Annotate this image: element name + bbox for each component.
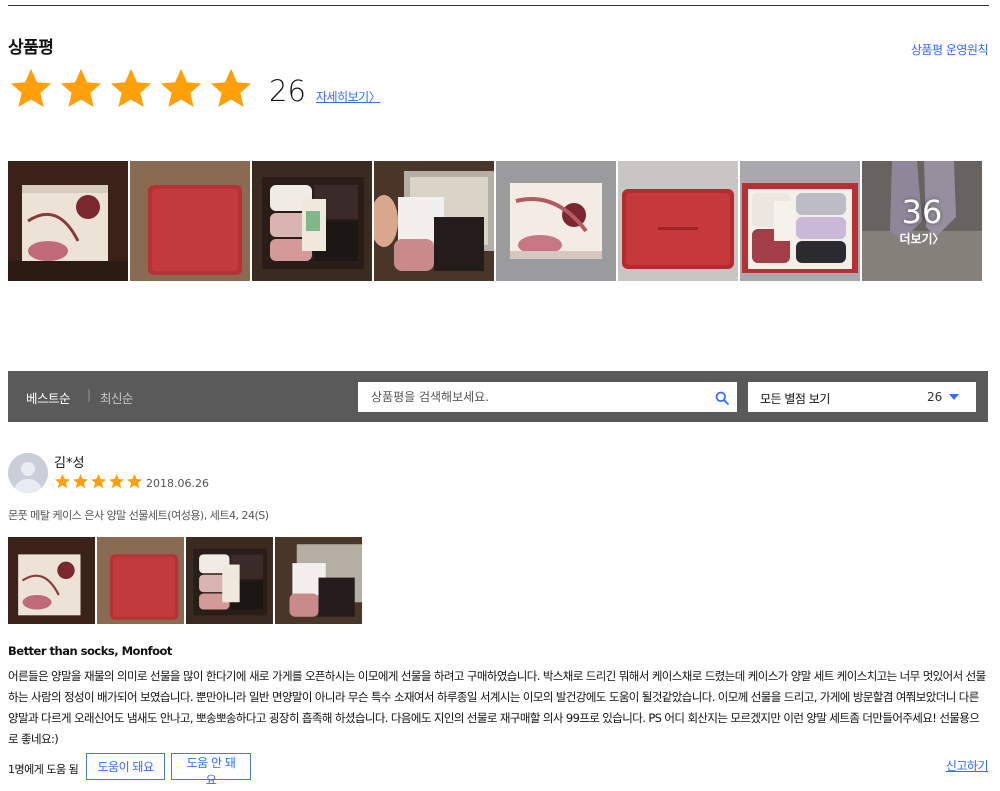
star-icon [158, 66, 204, 112]
avatar [8, 453, 48, 493]
purchased-product-name: 몬풋 메탈 케이스 은사 양말 선물세트(여성용), 세트4, 24(S) [8, 509, 269, 522]
star-filter-label: 모든 별점 보기 [760, 392, 830, 406]
gallery-photo[interactable] [8, 161, 128, 281]
star-icon [54, 473, 71, 490]
gallery-more-photo[interactable]: 36 더보기〉 [862, 161, 982, 281]
review-photo-list [8, 537, 364, 624]
gallery-photo[interactable] [618, 161, 738, 281]
star-icon [108, 66, 154, 112]
star-icon [72, 473, 89, 490]
star-icon [108, 473, 125, 490]
rating-detail-link[interactable]: 자세히보기〉 [316, 88, 381, 105]
gallery-photo[interactable] [252, 161, 372, 281]
review-headline: Better than socks, Monfoot [8, 644, 172, 658]
average-rating-stars [8, 66, 258, 112]
gallery-photo[interactable] [374, 161, 494, 281]
search-icon[interactable] [715, 390, 729, 405]
review-search-input[interactable] [358, 382, 698, 412]
photo-gallery: 36 더보기〉 [8, 161, 984, 281]
review-rating-stars [54, 473, 144, 490]
more-photos-link[interactable]: 더보기〉 [899, 230, 944, 247]
section-title: 상품평 [8, 38, 54, 58]
reviewer-name: 김*성 [54, 456, 85, 471]
star-icon [58, 66, 104, 112]
top-divider [8, 5, 989, 6]
review-search-box [358, 382, 737, 412]
helpful-yes-button[interactable]: 도움이 돼요 [86, 753, 165, 780]
more-photos-count: 36 [901, 192, 943, 231]
review-count: 26 [269, 74, 306, 108]
gallery-photo[interactable] [496, 161, 616, 281]
sort-best-tab[interactable]: 베스트순 [26, 388, 71, 407]
gallery-photo[interactable] [130, 161, 250, 281]
star-filter-select[interactable]: 모든 별점 보기 26 [748, 382, 976, 412]
star-icon [208, 66, 254, 112]
report-link[interactable]: 신고하기 [946, 757, 989, 774]
review-body: 어른들은 양말을 재물의 의미로 선물을 많이 한다기에 새로 가게를 오픈하시… [8, 669, 986, 746]
sort-separator: | [87, 388, 92, 402]
star-filter-count: 26 [927, 390, 943, 404]
review-policy-link[interactable]: 상품평 운영원칙 [911, 41, 989, 58]
review-photo[interactable] [97, 537, 184, 624]
star-icon [126, 473, 143, 490]
gallery-photo[interactable] [740, 161, 860, 281]
review-photo[interactable] [186, 537, 273, 624]
helpful-no-button[interactable]: 도움 안 돼요 [171, 753, 251, 787]
sort-recent-tab[interactable]: 최신순 [100, 388, 134, 407]
star-icon [8, 66, 54, 112]
review-photo[interactable] [275, 537, 362, 624]
more-photos-overlay[interactable]: 36 더보기〉 [862, 161, 982, 281]
review-date: 2018.06.26 [146, 477, 209, 490]
chevron-down-icon [949, 394, 959, 400]
star-icon [90, 473, 107, 490]
review-filter-bar: 베스트순 | 최신순 모든 별점 보기 26 [8, 371, 988, 422]
helpful-count: 1명에게 도움 됨 [8, 763, 79, 776]
review-photo[interactable] [8, 537, 95, 624]
